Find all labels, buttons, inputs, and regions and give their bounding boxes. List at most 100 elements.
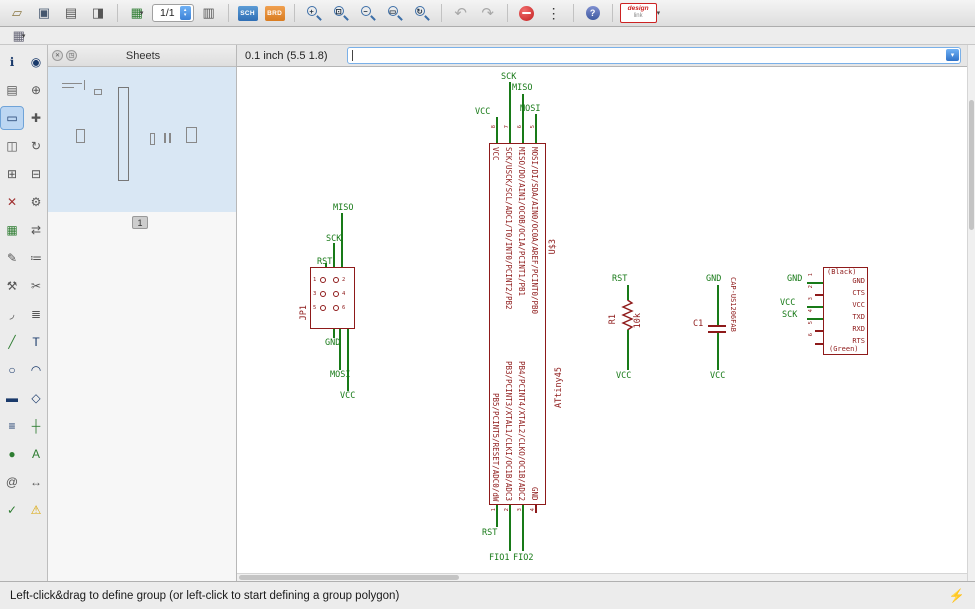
errors-tool[interactable]: ⚠ xyxy=(25,499,47,521)
paste-tool[interactable]: ⊟ xyxy=(25,163,47,185)
zoom-in-button[interactable]: + xyxy=(302,2,326,24)
net-label[interactable]: MISO xyxy=(512,83,532,93)
chevron-down-icon[interactable]: ▾ xyxy=(657,9,661,17)
smash-tool[interactable]: ⚒ xyxy=(1,275,23,297)
sheet-selector[interactable]: 1/1 ▴ ▾ xyxy=(152,4,194,22)
net-label[interactable]: GND xyxy=(787,274,802,284)
net-label[interactable]: VCC xyxy=(710,371,725,381)
help-button[interactable]: ? xyxy=(581,2,605,24)
jp1-refdes[interactable]: JP1 xyxy=(299,305,309,320)
show-tool[interactable]: ◉ xyxy=(25,51,47,73)
open-button[interactable]: ▱ xyxy=(5,2,29,24)
net-label[interactable]: GND xyxy=(325,338,340,348)
net-label[interactable]: VCC xyxy=(780,298,795,308)
net-label[interactable]: RST xyxy=(612,274,627,284)
net-tool[interactable]: ┼ xyxy=(25,415,47,437)
redo-button[interactable]: ↷ xyxy=(476,2,500,24)
wire[interactable] xyxy=(509,505,511,551)
net-label[interactable]: GND xyxy=(706,274,721,284)
schematic-canvas[interactable]: 1 2 3 4 5 6 JP1 MISO SCK RST GND MOSI VC… xyxy=(237,67,967,573)
c1-value[interactable]: CAP-US1206FAB xyxy=(729,277,737,332)
info-tool[interactable]: ℹ xyxy=(1,51,23,73)
sheet-1-thumbnail[interactable] xyxy=(48,67,236,212)
wire[interactable] xyxy=(333,329,335,338)
display-tool[interactable]: ▤ xyxy=(1,79,23,101)
export-image-button[interactable]: ◨ xyxy=(86,2,110,24)
group-tool[interactable]: ▭ xyxy=(0,106,24,130)
wire[interactable] xyxy=(627,330,629,370)
polygon-tool[interactable]: ◇ xyxy=(25,387,47,409)
close-panel-button[interactable]: ✕ xyxy=(52,50,63,61)
net-label[interactable]: RST xyxy=(317,257,332,267)
wire[interactable] xyxy=(496,117,498,143)
table-button[interactable]: ▥ xyxy=(197,2,221,24)
zoom-select-button[interactable]: ▭ xyxy=(383,2,407,24)
name-tool[interactable]: ✎ xyxy=(1,247,23,269)
value-tool[interactable]: ≔ xyxy=(25,247,47,269)
u3-value[interactable]: ATtiny45 xyxy=(554,367,564,408)
arc-tool[interactable]: ◠ xyxy=(25,359,47,381)
attribute-tool[interactable]: @ xyxy=(1,471,23,493)
change-tool[interactable]: ⚙ xyxy=(25,191,47,213)
sheet-number-badge[interactable]: 1 xyxy=(132,216,148,229)
rect-tool[interactable]: ▬ xyxy=(1,387,23,409)
net-label[interactable]: RST xyxy=(482,528,497,538)
u3-refdes[interactable]: U$3 xyxy=(548,239,558,254)
bus-tool[interactable]: ≡ xyxy=(1,415,23,437)
copy-tool[interactable]: ⊞ xyxy=(1,163,23,185)
net-label[interactable]: VCC xyxy=(340,391,355,401)
command-combobox[interactable]: ▾ xyxy=(347,47,961,64)
detach-panel-button[interactable]: ◳ xyxy=(66,50,77,61)
print-button[interactable]: ▤ xyxy=(59,2,83,24)
net-label[interactable]: MOSI xyxy=(330,370,350,380)
wire[interactable] xyxy=(807,282,823,284)
vertical-scrollbar-thumb[interactable] xyxy=(969,100,974,230)
wire[interactable] xyxy=(339,329,341,370)
net-label[interactable]: FIO2 xyxy=(513,553,533,563)
r1-value[interactable]: 10k xyxy=(633,313,643,328)
save-button[interactable]: ▣ xyxy=(32,2,56,24)
invoke-tool[interactable]: ≣ xyxy=(25,303,47,325)
wire[interactable] xyxy=(807,306,823,308)
split-tool[interactable]: ✂ xyxy=(25,275,47,297)
net-label[interactable]: SCK xyxy=(501,72,516,82)
net-label[interactable]: MOSI xyxy=(520,104,540,114)
command-dropdown-button[interactable]: ▾ xyxy=(946,49,959,61)
sheet-selector-stepper[interactable]: ▴ ▾ xyxy=(179,6,191,20)
net-label[interactable]: SCK xyxy=(782,310,797,320)
add-part-tool[interactable]: ▦ xyxy=(1,219,23,241)
capacitor-plate[interactable] xyxy=(708,325,726,327)
undo-button[interactable]: ↶ xyxy=(449,2,473,24)
open-schematic-button[interactable]: SCH xyxy=(236,2,260,24)
grid-button[interactable]: ▦ ▾ xyxy=(125,2,149,24)
text-tool[interactable]: T xyxy=(25,331,47,353)
design-link-logo[interactable]: design link xyxy=(619,3,657,23)
wire[interactable] xyxy=(717,285,719,325)
dimension-tool[interactable]: ↔ xyxy=(25,471,47,493)
net-label[interactable]: SCK xyxy=(326,234,341,244)
horizontal-scrollbar-thumb[interactable] xyxy=(239,575,459,580)
wire[interactable] xyxy=(333,243,335,267)
miter-tool[interactable]: ◞ xyxy=(1,303,23,325)
wire[interactable] xyxy=(522,505,524,551)
net-label[interactable]: MISO xyxy=(333,203,353,213)
open-board-button[interactable]: BRD xyxy=(263,2,287,24)
rotate-tool[interactable]: ↻ xyxy=(25,135,47,157)
wire[interactable] xyxy=(807,318,823,320)
c1-refdes[interactable]: C1 xyxy=(693,319,703,329)
pinswap-tool[interactable]: ⇄ xyxy=(25,219,47,241)
erc-tool[interactable]: ✓ xyxy=(1,499,23,521)
jp1-symbol[interactable] xyxy=(310,267,355,329)
r1-refdes[interactable]: R1 xyxy=(608,314,618,324)
zoom-out-button[interactable]: − xyxy=(356,2,380,24)
mirror-tool[interactable]: ◫ xyxy=(1,135,23,157)
circle-tool[interactable]: ○ xyxy=(1,359,23,381)
erc-bolt-icon[interactable]: ⚡ xyxy=(949,588,965,604)
grid-settings-button[interactable]: ▦ ▾ xyxy=(7,28,31,44)
wire[interactable] xyxy=(347,329,349,391)
horizontal-scrollbar[interactable] xyxy=(237,573,967,581)
more-options-button[interactable]: ⋮ xyxy=(542,2,566,24)
label-tool[interactable]: A xyxy=(25,443,47,465)
net-label[interactable]: FIO1 xyxy=(489,553,509,563)
net-label[interactable]: VCC xyxy=(616,371,631,381)
